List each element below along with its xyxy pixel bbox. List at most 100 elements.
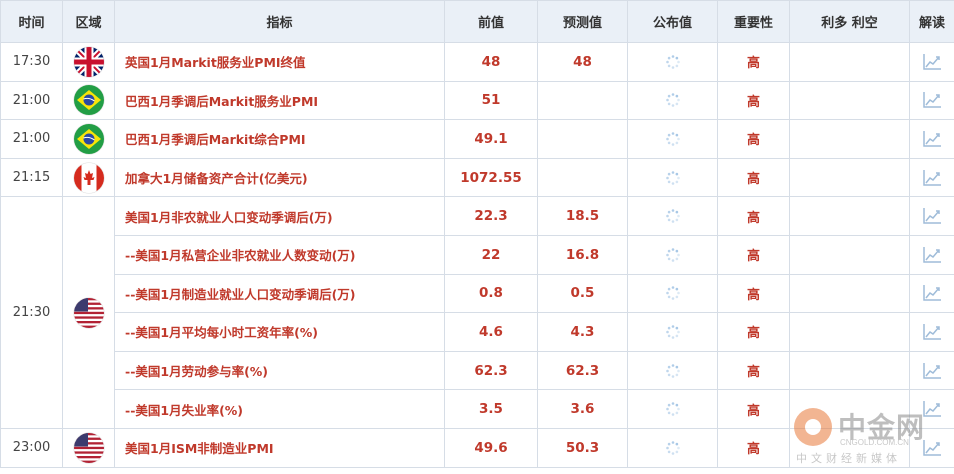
chart-icon[interactable] <box>922 285 942 302</box>
time-cell: 21:15 <box>0 157 63 198</box>
region-cell <box>62 42 115 82</box>
importance-cell: 高 <box>717 42 790 82</box>
previous-value-cell: 1072.55 <box>444 157 538 198</box>
indicator-cell[interactable]: 巴西1月季调后Markit服务业PMI <box>114 80 445 121</box>
impact-cell <box>789 389 910 429</box>
indicator-cell[interactable]: --美国1月平均每小时工资年率(%) <box>114 312 445 352</box>
analysis-cell[interactable] <box>909 389 954 429</box>
table-row: --美国1月私营企业非农就业人数变动(万) 22 16.8 高 <box>1 234 954 275</box>
previous-value-cell: 62.3 <box>444 350 538 391</box>
actual-value-cell <box>627 273 718 314</box>
table-row: 23:00 美国1月ISM非制造业PMI 49.6 50.3 高 <box>0 427 954 468</box>
chart-icon[interactable] <box>922 401 942 417</box>
analysis-cell[interactable] <box>909 427 954 468</box>
indicator-cell[interactable]: 美国1月ISM非制造业PMI <box>114 427 445 468</box>
impact-cell <box>789 157 910 198</box>
forecast-value-cell <box>537 119 628 159</box>
importance-cell: 高 <box>717 273 790 314</box>
actual-value-cell <box>627 42 718 82</box>
header-analysis: 解读 <box>909 0 954 43</box>
loading-spinner-icon <box>665 170 681 185</box>
actual-value-cell <box>627 234 718 275</box>
chart-icon[interactable] <box>922 323 942 340</box>
forecast-value-cell: 18.5 <box>537 196 628 236</box>
time-cell: 17:30 <box>0 42 63 82</box>
loading-spinner-icon <box>665 131 681 146</box>
region-cell <box>62 119 115 159</box>
header-previous: 前值 <box>444 0 538 43</box>
loading-spinner-icon <box>665 402 681 417</box>
header-region: 区域 <box>62 0 115 43</box>
chart-icon[interactable] <box>922 92 942 109</box>
loading-spinner-icon <box>665 93 681 108</box>
previous-value-cell: 3.5 <box>444 389 538 429</box>
indicator-cell[interactable]: 美国1月非农就业人口变动季调后(万) <box>114 196 445 236</box>
time-cell: 21:00 <box>0 80 63 121</box>
table-header-row: 时间 区域 指标 前值 预测值 公布值 重要性 利多 利空 解读 <box>0 0 954 43</box>
importance-cell: 高 <box>717 80 790 121</box>
chart-icon[interactable] <box>922 169 942 186</box>
previous-value-cell: 22 <box>444 234 538 275</box>
forecast-value-cell: 48 <box>537 42 628 82</box>
forecast-value-cell: 4.3 <box>537 312 628 352</box>
brazil-flag-icon <box>73 85 104 116</box>
importance-cell: 高 <box>717 234 790 275</box>
table-row: 21:30 美国1月非农就业人口变动季调后(万) 22.3 18.5 高 <box>0 196 954 429</box>
forecast-value-cell: 62.3 <box>537 350 628 391</box>
analysis-cell[interactable] <box>909 196 954 236</box>
chart-icon[interactable] <box>922 208 942 224</box>
analysis-cell[interactable] <box>909 312 954 352</box>
forecast-value-cell: 50.3 <box>537 427 628 468</box>
actual-value-cell <box>627 350 718 391</box>
loading-spinner-icon <box>665 363 681 378</box>
importance-cell: 高 <box>717 389 790 429</box>
analysis-cell[interactable] <box>909 350 954 391</box>
header-time: 时间 <box>0 0 63 43</box>
chart-icon[interactable] <box>922 439 942 456</box>
loading-spinner-icon <box>665 54 681 69</box>
analysis-cell[interactable] <box>909 80 954 121</box>
forecast-value-cell: 16.8 <box>537 234 628 275</box>
indicator-cell[interactable]: 巴西1月季调后Markit综合PMI <box>114 119 445 159</box>
chart-icon[interactable] <box>922 53 942 70</box>
impact-cell <box>789 196 910 236</box>
impact-cell <box>789 234 910 275</box>
header-importance: 重要性 <box>717 0 790 43</box>
importance-cell: 高 <box>717 427 790 468</box>
indicator-cell[interactable]: --美国1月劳动参与率(%) <box>114 350 445 391</box>
impact-cell <box>789 312 910 352</box>
actual-value-cell <box>627 157 718 198</box>
region-cell <box>62 80 115 121</box>
indicator-cell[interactable]: 加拿大1月储备资产合计(亿美元) <box>114 157 445 198</box>
table-row: 21:00 巴西1月季调后Markit服务业PMI 51 高 <box>0 80 954 121</box>
importance-cell: 高 <box>717 157 790 198</box>
header-indicator: 指标 <box>114 0 445 43</box>
time-cell: 23:00 <box>0 427 63 468</box>
indicator-cell[interactable]: --美国1月私营企业非农就业人数变动(万) <box>114 234 445 275</box>
forecast-value-cell: 0.5 <box>537 273 628 314</box>
forecast-value-cell <box>537 157 628 198</box>
analysis-cell[interactable] <box>909 157 954 198</box>
forecast-value-cell: 3.6 <box>537 389 628 429</box>
previous-value-cell: 49.1 <box>444 119 538 159</box>
chart-icon[interactable] <box>922 362 942 379</box>
actual-value-cell <box>627 119 718 159</box>
chart-icon[interactable] <box>922 130 942 147</box>
indicator-cell[interactable]: --美国1月制造业就业人口变动季调后(万) <box>114 273 445 314</box>
loading-spinner-icon <box>665 286 681 301</box>
time-cell: 21:00 <box>0 119 63 159</box>
indicator-cell[interactable]: --美国1月失业率(%) <box>114 389 445 429</box>
table-row: --美国1月失业率(%) 3.5 3.6 高 <box>1 389 954 429</box>
actual-value-cell <box>627 80 718 121</box>
analysis-cell[interactable] <box>909 234 954 275</box>
previous-value-cell: 51 <box>444 80 538 121</box>
importance-cell: 高 <box>717 196 790 236</box>
analysis-cell[interactable] <box>909 42 954 82</box>
analysis-cell[interactable] <box>909 119 954 159</box>
region-cell <box>62 196 115 429</box>
analysis-cell[interactable] <box>909 273 954 314</box>
importance-cell: 高 <box>717 350 790 391</box>
uk-flag-icon <box>73 46 104 77</box>
chart-icon[interactable] <box>922 246 942 263</box>
indicator-cell[interactable]: 英国1月Markit服务业PMI终值 <box>114 42 445 82</box>
